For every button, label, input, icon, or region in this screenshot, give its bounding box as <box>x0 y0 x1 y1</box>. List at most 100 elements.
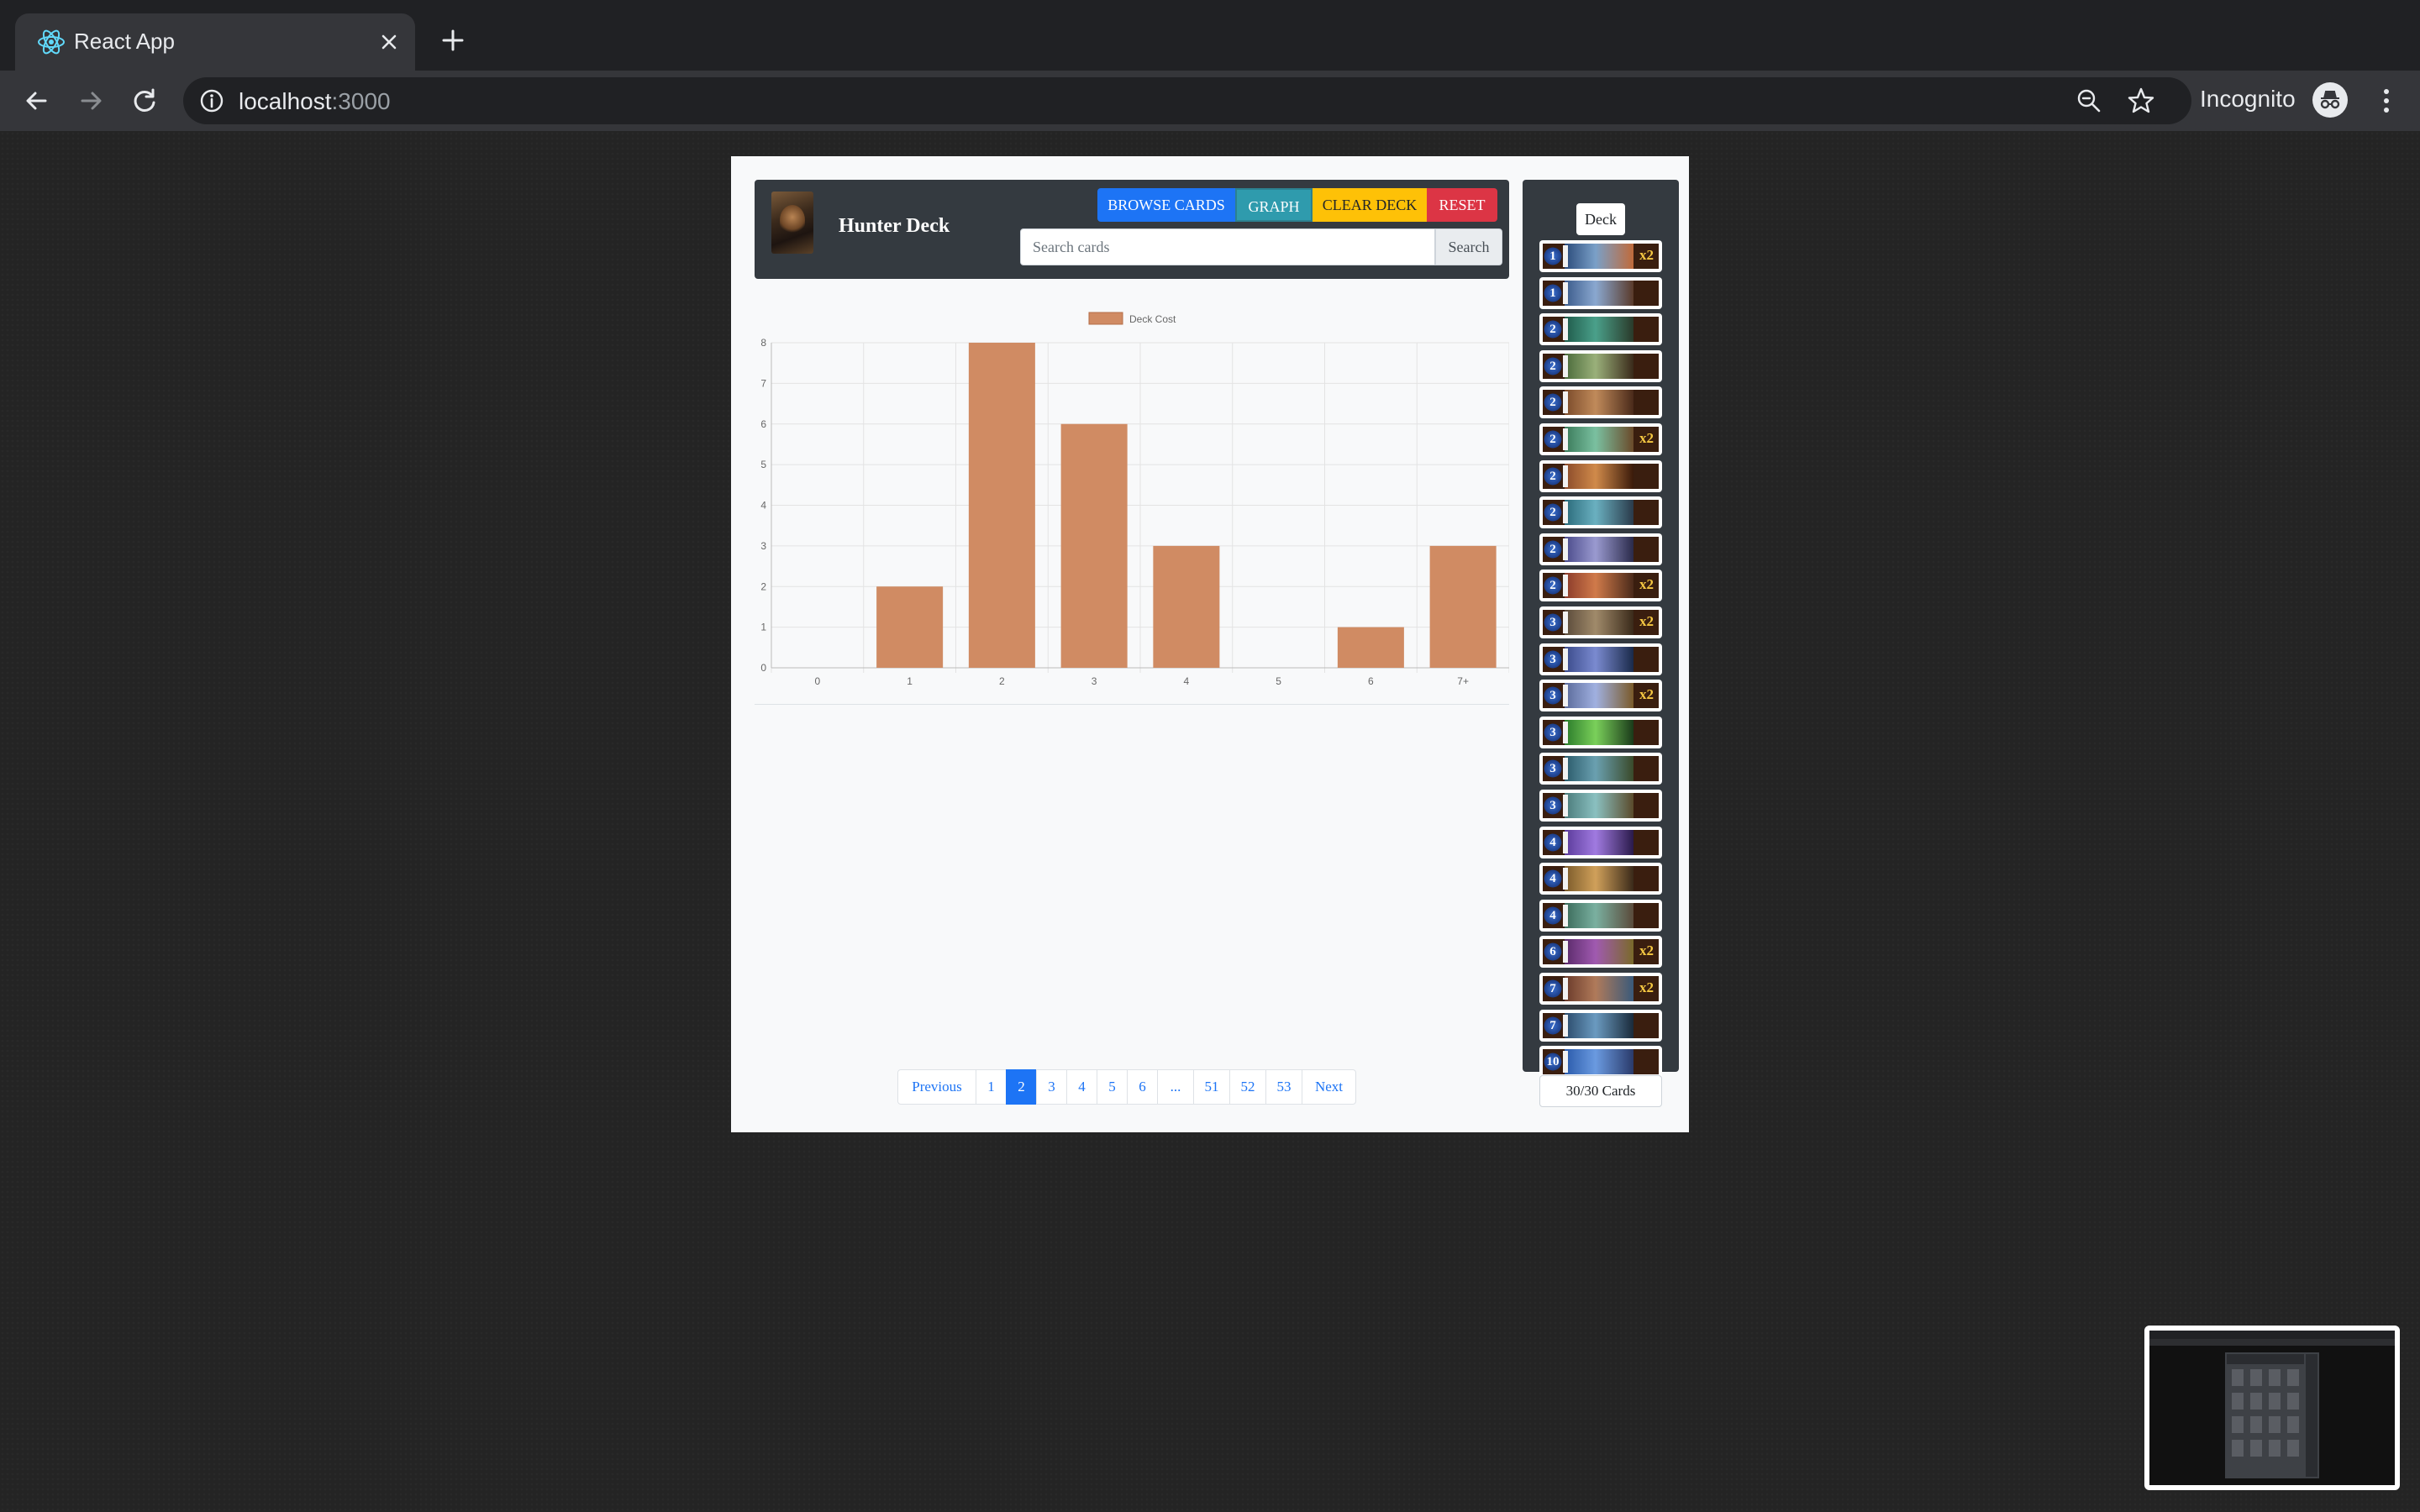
deck-card-art <box>1565 1012 1634 1038</box>
chart-bar <box>1337 627 1404 668</box>
page-button-53[interactable]: 53 <box>1265 1069 1302 1105</box>
deck-card-art <box>1565 976 1634 1001</box>
browser-tab[interactable]: React App <box>15 13 415 71</box>
mana-cost-icon: 2 <box>1544 575 1562 597</box>
deck-card-item[interactable]: 2 <box>1539 496 1662 529</box>
x-tick-label: 3 <box>1092 675 1097 687</box>
deck-card-item[interactable]: 2 x2 <box>1539 570 1662 602</box>
deck-card-item[interactable]: 1 <box>1539 276 1662 309</box>
page-button-2[interactable]: 2 <box>1006 1069 1037 1105</box>
deck-card-tile: 4 <box>1543 902 1659 928</box>
deck-card-art <box>1565 683 1634 709</box>
deck-card-item[interactable]: 7 x2 <box>1539 973 1662 1005</box>
deck-card-item[interactable]: 3 <box>1539 643 1662 675</box>
clear-deck-button[interactable]: CLEAR DECK <box>1313 188 1427 222</box>
arrow-left-icon[interactable] <box>20 84 54 118</box>
page-button-6[interactable]: 6 <box>1127 1069 1158 1105</box>
deck-card-item[interactable]: 3 x2 <box>1539 606 1662 638</box>
deck-card-tile: 3 x2 <box>1543 610 1659 635</box>
deck-card-art <box>1565 353 1634 379</box>
deck-card-item[interactable]: 2 <box>1539 349 1662 382</box>
deck-card-item[interactable]: 2 <box>1539 386 1662 419</box>
deck-card-item[interactable]: 6 x2 <box>1539 936 1662 969</box>
more-vert-icon[interactable] <box>2370 82 2403 119</box>
x-tick-label: 5 <box>1276 675 1281 687</box>
deck-card-tile: 1 x2 <box>1543 244 1659 269</box>
deck-card-stripe <box>1563 904 1568 927</box>
deck-card-art <box>1565 427 1634 452</box>
deck-card-tile: 2 <box>1543 390 1659 416</box>
deck-card-tile: 2 <box>1543 536 1659 562</box>
deck-card-item[interactable]: 7 <box>1539 1009 1662 1042</box>
graph-button[interactable]: GRAPH <box>1235 188 1313 222</box>
deck-card-tile: 3 <box>1543 646 1659 672</box>
y-tick-label: 4 <box>760 500 766 512</box>
deck-card-item[interactable]: 10 <box>1539 1046 1662 1079</box>
deck-cost-chart: Deck Cost 0 1 2 3 4 5 6 7 8 0 1 2 3 4 5 6 7+ <box>755 307 1509 862</box>
incognito-icon[interactable] <box>2312 82 2348 118</box>
deck-card-art <box>1565 793 1634 818</box>
mana-cost-icon: 3 <box>1544 721 1562 743</box>
page-button-51[interactable]: 51 <box>1193 1069 1230 1105</box>
mana-cost-icon: 3 <box>1544 758 1562 780</box>
page-button-1[interactable]: 1 <box>976 1069 1007 1105</box>
deck-card-stripe <box>1563 758 1568 780</box>
deck-card-tile: 3 <box>1543 793 1659 818</box>
deck-card-stripe <box>1563 941 1568 963</box>
page-button-5[interactable]: 5 <box>1097 1069 1128 1105</box>
page-button-52[interactable]: 52 <box>1229 1069 1266 1105</box>
mana-cost-icon: 2 <box>1544 428 1562 450</box>
deck-card-item[interactable]: 4 <box>1539 863 1662 895</box>
deck-card-item[interactable]: 4 <box>1539 899 1662 932</box>
search-button[interactable]: Search <box>1435 228 1502 265</box>
deck-card-item[interactable]: 2 x2 <box>1539 423 1662 455</box>
deck-card-stripe <box>1563 612 1568 633</box>
deck-card-item[interactable]: 3 <box>1539 790 1662 822</box>
deck-builder-app: Hunter Deck BROWSE CARDS GRAPH CLEAR DEC… <box>731 156 1689 1132</box>
reload-icon[interactable] <box>128 84 161 118</box>
y-tick-label: 0 <box>760 662 766 674</box>
deck-card-stripe <box>1563 685 1568 707</box>
previous-page-button[interactable]: Previous <box>897 1069 976 1105</box>
browse-cards-button[interactable]: BROWSE CARDS <box>1097 188 1235 222</box>
mana-cost-icon: 2 <box>1544 318 1562 341</box>
mana-cost-icon: 4 <box>1544 868 1562 890</box>
deck-class-thumbnail <box>771 192 813 254</box>
reset-button[interactable]: RESET <box>1427 188 1497 222</box>
url-text: localhost:3000 <box>239 88 391 115</box>
deck-card-item[interactable]: 1 x2 <box>1539 240 1662 272</box>
info-icon[interactable] <box>198 87 225 114</box>
deck-card-art <box>1565 646 1634 672</box>
x-tick-label: 1 <box>907 675 913 687</box>
deck-card-item[interactable]: 3 <box>1539 716 1662 748</box>
mana-cost-icon: 2 <box>1544 465 1562 487</box>
deck-panel: Deck 1 x2 1 2 2 2 2 x2 2 2 2 2 x2 3 x2 3 3 x2 3 3 3 4 4 4 6 x2 7 x2… <box>1523 180 1679 1079</box>
deck-badge: Deck <box>1576 203 1625 235</box>
next-page-button[interactable]: Next <box>1302 1069 1356 1105</box>
chart-bar <box>968 343 1035 668</box>
picture-in-picture-preview[interactable] <box>2144 1326 2400 1490</box>
deck-card-item[interactable]: 3 x2 <box>1539 680 1662 712</box>
search-input[interactable]: Search cards <box>1020 228 1435 265</box>
deck-card-item[interactable]: 2 <box>1539 533 1662 565</box>
deck-card-stripe <box>1563 1014 1568 1037</box>
deck-card-item[interactable]: 3 <box>1539 753 1662 785</box>
star-icon[interactable] <box>2126 86 2156 116</box>
page-button-3[interactable]: 3 <box>1036 1069 1067 1105</box>
chart-bar <box>1429 545 1497 668</box>
deck-card-stripe <box>1563 538 1568 560</box>
zoom-out-icon[interactable] <box>2075 87 2102 114</box>
deck-card-item[interactable]: 2 <box>1539 459 1662 492</box>
mana-cost-icon: 7 <box>1544 1014 1562 1037</box>
page-button-4[interactable]: 4 <box>1066 1069 1097 1105</box>
arrow-right-icon[interactable] <box>74 84 108 118</box>
plus-icon[interactable] <box>437 24 469 56</box>
deck-card-item[interactable]: 4 <box>1539 826 1662 858</box>
incognito-label: Incognito <box>2200 86 2296 112</box>
deck-card-item[interactable]: 2 <box>1539 313 1662 346</box>
close-icon[interactable] <box>373 26 405 58</box>
deck-card-stripe <box>1563 795 1568 816</box>
y-tick-label: 1 <box>760 622 766 633</box>
chart-legend: Deck Cost <box>1088 312 1176 325</box>
address-bar[interactable]: localhost:3000 <box>183 77 2191 124</box>
